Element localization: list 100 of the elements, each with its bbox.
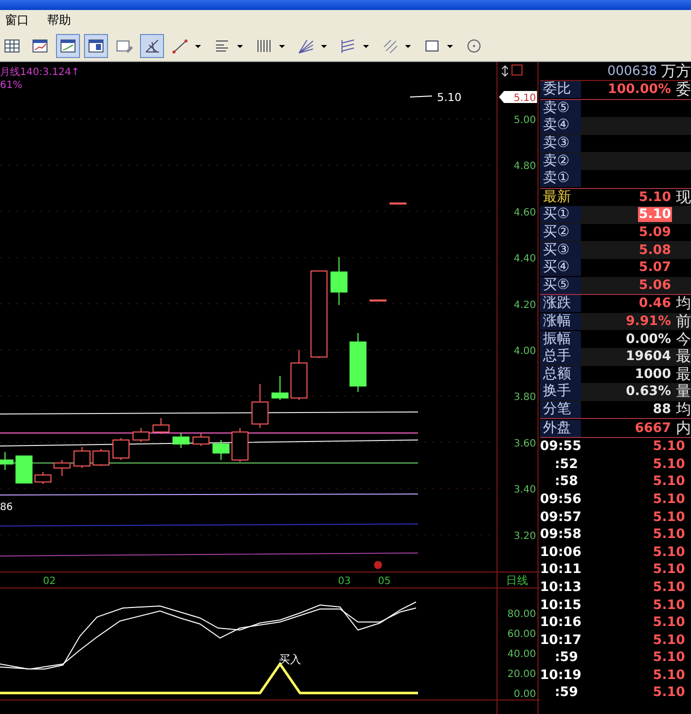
candlestick <box>370 300 386 302</box>
quote-label: 振幅 <box>540 330 581 348</box>
candlestick <box>92 448 110 466</box>
axis-label: 4.80 <box>514 161 536 172</box>
quote-label: 现 <box>676 188 691 207</box>
candlestick <box>132 428 150 442</box>
toolbar-button[interactable] <box>84 34 108 58</box>
circle-icon <box>465 36 483 54</box>
axis-label: 60.00 <box>507 629 536 640</box>
quote-label: 涨幅 <box>540 313 581 330</box>
indicator-label: 月线140:3.124↑ <box>0 67 80 78</box>
candlestick <box>212 440 230 460</box>
candlestick <box>74 446 90 468</box>
quote-label: 最 <box>676 347 691 366</box>
toolbar-button[interactable] <box>140 34 164 58</box>
tick-price: 5.10 <box>652 580 686 595</box>
quote-label: 卖② <box>540 152 581 170</box>
quote-value: 5.10 <box>638 207 672 222</box>
quote-label: 分笔 <box>540 400 581 418</box>
menu-item[interactable]: 帮助 <box>45 12 73 28</box>
axis-scale-icon[interactable] <box>502 65 508 77</box>
tick-time: :58 <box>554 474 578 490</box>
tick-time: :52 <box>554 456 578 472</box>
quote-value: 5.08 <box>638 242 672 258</box>
quote-label: 总手 <box>540 348 581 366</box>
parallel-icon <box>339 36 357 54</box>
axis-label: 5.00 <box>514 115 536 126</box>
window-icon[interactable] <box>512 64 522 76</box>
price-label: 5.10 <box>437 91 462 104</box>
tick-price: 5.10 <box>652 668 686 683</box>
tick-price: 5.10 <box>652 544 686 560</box>
tick-time: 10:15 <box>540 598 578 613</box>
tick-time: 09:55 <box>540 439 578 454</box>
tick-time: 10:17 <box>540 632 578 648</box>
line-window-icon <box>59 36 77 54</box>
candlestick <box>112 438 130 460</box>
quote-value: 5.10 <box>638 190 672 205</box>
tick-price: 5.10 <box>652 562 686 578</box>
tick-price: 5.10 <box>652 615 686 630</box>
quote-value: 88 <box>652 402 672 417</box>
date-label: 02 <box>43 576 56 587</box>
price-line <box>410 96 432 98</box>
quote-label: 卖③ <box>540 135 581 152</box>
axis-label: 3.80 <box>514 392 536 404</box>
candlestick <box>54 460 70 476</box>
quote-label: 换手 <box>540 383 581 400</box>
axis-label: 0.00 <box>514 689 536 700</box>
percent-label: 61% <box>0 80 22 91</box>
quote-label: 卖④ <box>540 117 581 134</box>
quote-label: 买③ <box>540 242 581 259</box>
tick-price: 5.10 <box>652 474 686 490</box>
axis-label: 20.00 <box>507 669 536 680</box>
axis-label: 3.40 <box>514 484 536 496</box>
tick-time: :59 <box>554 685 578 700</box>
axis-label: 3.20 <box>514 530 536 542</box>
tick-price: 5.10 <box>652 439 686 454</box>
tick-time: 10:11 <box>540 562 578 578</box>
tick-time: :59 <box>554 650 578 666</box>
date-label: 03 <box>338 576 351 587</box>
quote-label: 买⑤ <box>540 276 581 294</box>
axis-label: 4.40 <box>514 254 536 265</box>
tick-price: 5.10 <box>652 685 686 700</box>
quote-value: 100.00% <box>606 82 672 98</box>
candlestick <box>330 256 348 306</box>
candlestick <box>0 452 14 470</box>
quote-label: 最 <box>676 364 691 384</box>
quote-label: 委比 <box>540 81 581 98</box>
axis-label: 4.60 <box>514 207 536 218</box>
axis-label: 3.60 <box>514 438 536 450</box>
draw-tool-icon <box>143 36 161 54</box>
quote-value: 19604 <box>624 349 672 364</box>
candlestick <box>232 428 248 462</box>
quote-value: 5.09 <box>638 225 672 240</box>
axis-label: 80.00 <box>507 609 536 620</box>
candlestick <box>172 432 190 448</box>
quote-value: 5.07 <box>638 260 672 276</box>
period-label[interactable]: 日线 <box>506 574 528 587</box>
quote-label: 量 <box>676 382 691 402</box>
toolbar-button[interactable] <box>56 34 80 58</box>
candlestick <box>192 432 210 446</box>
table-icon <box>3 36 21 54</box>
quote-label: 均 <box>676 294 691 314</box>
quote-label: 卖⑤ <box>540 100 581 117</box>
candlestick <box>152 418 170 434</box>
menu-item[interactable]: 窗口 <box>3 12 31 28</box>
candlestick <box>290 350 308 400</box>
tick-price: 5.10 <box>652 632 686 648</box>
tick-time: 10:13 <box>540 580 578 595</box>
quote-label: 最新 <box>542 188 572 206</box>
tick-price: 5.10 <box>652 598 686 613</box>
quote-label: 委 <box>676 80 691 100</box>
axis-label: 4.00 <box>514 346 536 357</box>
axis-label: 40.00 <box>507 649 536 660</box>
date-label: 05 <box>378 576 391 587</box>
signal-label: 买入 <box>279 653 301 666</box>
candlestick <box>390 202 406 204</box>
quote-label: 均 <box>676 400 691 419</box>
value-label: 86 <box>0 502 13 513</box>
diagonal-icon <box>381 36 399 54</box>
quote-value: 9.91% <box>624 314 672 330</box>
